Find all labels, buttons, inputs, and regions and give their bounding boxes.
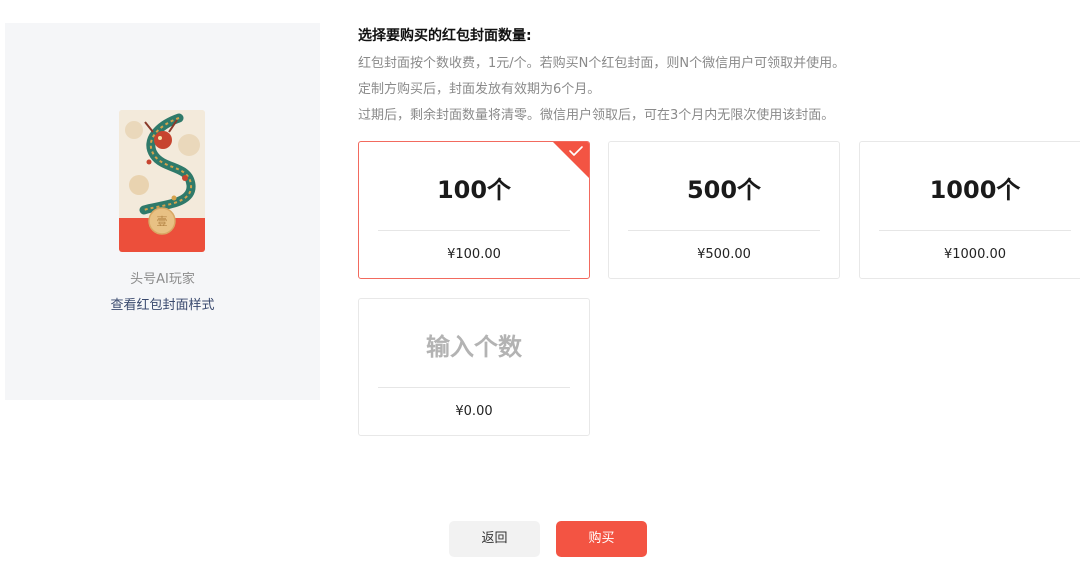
option-quantity: 500个 [686, 176, 762, 204]
custom-quantity-input[interactable]: 输入个数 [359, 327, 589, 362]
buy-button[interactable]: 购买 [556, 521, 647, 557]
option-price: ¥500.00 [697, 247, 751, 262]
quantity-option-100[interactable]: 100个 ¥100.00 [358, 141, 590, 279]
option-price: ¥100.00 [447, 247, 501, 262]
cover-preview-panel: 壹 头号AI玩家 查看红包封面样式 [5, 23, 320, 400]
option-quantity: 1000个 [929, 176, 1021, 204]
option-divider [378, 230, 570, 231]
option-divider [879, 230, 1071, 231]
preview-account-name: 头号AI玩家 [130, 272, 195, 287]
quantity-option-500[interactable]: 500个 ¥500.00 [608, 141, 840, 279]
option-divider [378, 387, 570, 388]
expiry-description: 过期后，剩余封面数量将清零。微信用户领取后，可在3个月内无限次使用该封面。 [358, 108, 835, 123]
quantity-section-title: 选择要购买的红包封面数量: [358, 28, 532, 44]
option-divider [628, 230, 820, 231]
back-button[interactable]: 返回 [449, 521, 540, 557]
option-price: ¥0.00 [455, 404, 493, 419]
custom-quantity-option[interactable]: 输入个数 ¥0.00 [358, 298, 590, 436]
check-icon [553, 142, 589, 178]
quantity-option-1000[interactable]: 1000个 ¥1000.00 [859, 141, 1080, 279]
cover-seal-text: 壹 [157, 215, 168, 228]
option-price: ¥1000.00 [943, 247, 1007, 262]
red-envelope-cover-image: 壹 [119, 110, 205, 252]
validity-description: 定制方购买后，封面发放有效期为6个月。 [358, 82, 601, 97]
pricing-description: 红包封面按个数收费，1元/个。若购买N个红包封面，则N个微信用户可领取并使用。 [358, 56, 846, 71]
view-cover-style-link[interactable]: 查看红包封面样式 [5, 294, 320, 313]
purchase-page: 壹 头号AI玩家 查看红包封面样式 选择要购买的红包封面数量: 红包封面按个数收… [0, 0, 1080, 565]
